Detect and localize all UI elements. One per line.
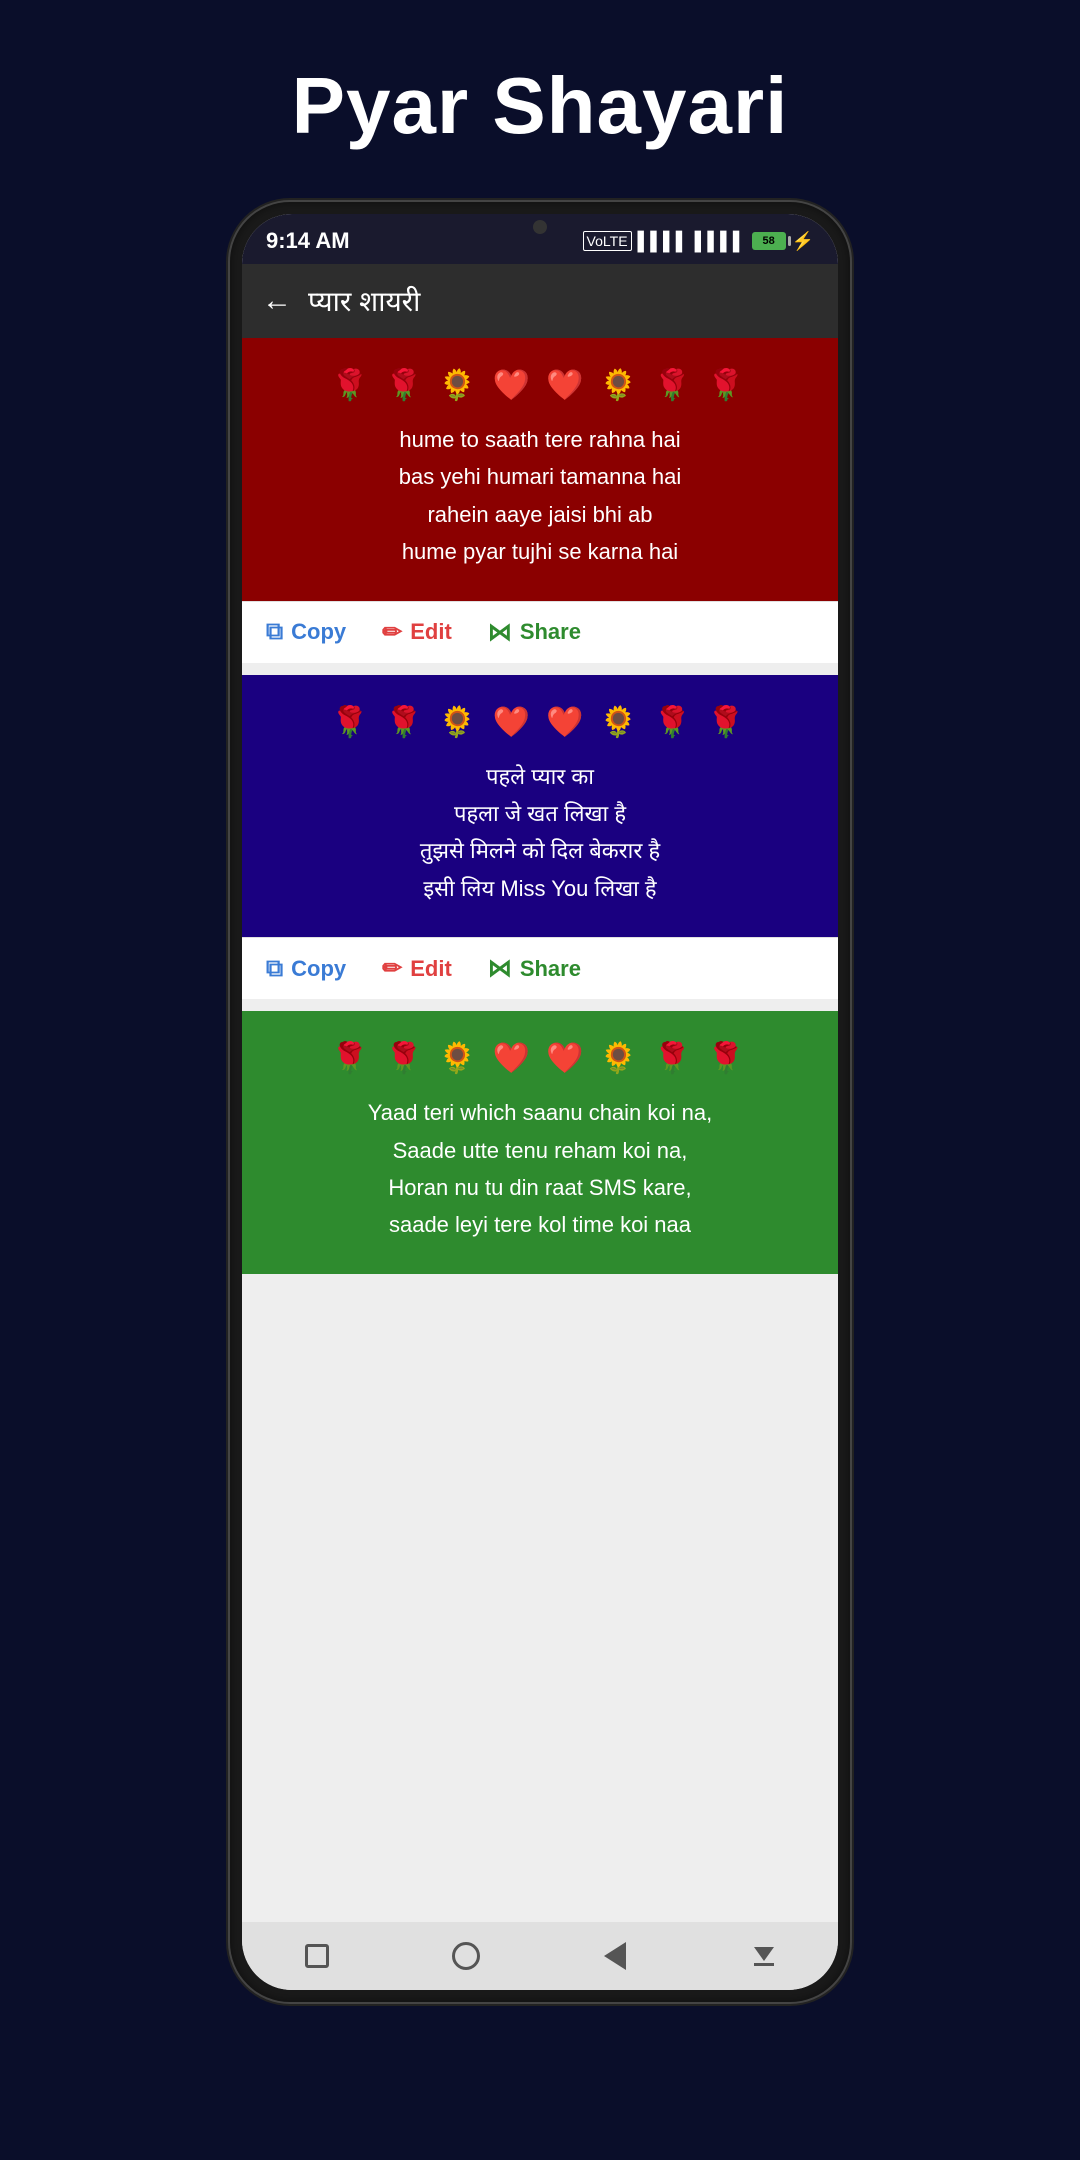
down-arrow: [754, 1947, 774, 1961]
share-button-1[interactable]: ⋈ Share: [488, 618, 581, 647]
edit-icon-2: ✏: [382, 954, 402, 983]
nav-down-button[interactable]: [744, 1936, 784, 1976]
status-icons: VoLTE ▌▌▌▌ ▌▌▌▌ 58 ⚡: [583, 231, 814, 252]
download-icon: [754, 1947, 774, 1966]
copy-icon-1: ⧉: [266, 618, 283, 646]
poem-box-1: 🌹 🌹 🌻 ❤️ ❤️ 🌻 🌹 🌹 hume to saath tere rah…: [242, 338, 838, 601]
battery-icon: 58: [752, 232, 786, 250]
share-button-2[interactable]: ⋈ Share: [488, 954, 581, 983]
copy-label-2: Copy: [291, 956, 346, 982]
poem-box-2: 🌹 🌹 🌻 ❤️ ❤️ 🌻 🌹 🌹 पहले प्यार का पहला जे …: [242, 675, 838, 938]
signal-icon2: ▌▌▌▌: [695, 231, 746, 252]
edit-label-2: Edit: [410, 956, 452, 982]
square-icon: [305, 1944, 329, 1968]
action-bar-1: ⧉ Copy ✏ Edit ⋈ Share: [242, 601, 838, 663]
phone-screen: 9:14 AM VoLTE ▌▌▌▌ ▌▌▌▌ 58 ⚡ ← प्यार शाय…: [242, 214, 838, 1990]
status-time: 9:14 AM: [266, 228, 350, 254]
edit-icon-1: ✏: [382, 618, 402, 647]
app-title: Pyar Shayari: [292, 60, 789, 152]
bottom-nav: [242, 1922, 838, 1990]
down-line: [754, 1963, 774, 1966]
emoji-row-2: 🌹 🌹 🌻 ❤️ ❤️ 🌻 🌹 🌹: [262, 705, 818, 740]
action-bar-2: ⧉ Copy ✏ Edit ⋈ Share: [242, 937, 838, 999]
copy-icon-2: ⧉: [266, 955, 283, 983]
share-label-1: Share: [520, 619, 581, 645]
nav-home-button[interactable]: [446, 1936, 486, 1976]
poem-text-3: Yaad teri which saanu chain koi na, Saad…: [262, 1094, 818, 1244]
circle-icon: [452, 1942, 480, 1970]
camera-notch: [533, 220, 547, 234]
share-label-2: Share: [520, 956, 581, 982]
shayari-card-2: 🌹 🌹 🌻 ❤️ ❤️ 🌻 🌹 🌹 पहले प्यार का पहला जे …: [242, 675, 838, 1000]
poem-box-3: 🌹 🌹 🌻 ❤️ ❤️ 🌻 🌹 🌹 Yaad teri which saanu …: [242, 1011, 838, 1274]
bolt-icon: ⚡: [792, 231, 814, 252]
share-icon-1: ⋈: [488, 618, 512, 647]
phone-frame: 9:14 AM VoLTE ▌▌▌▌ ▌▌▌▌ 58 ⚡ ← प्यार शाय…: [230, 202, 850, 2002]
nav-back-button[interactable]: [595, 1936, 635, 1976]
copy-button-1[interactable]: ⧉ Copy: [266, 618, 346, 646]
content-area: 🌹 🌹 🌻 ❤️ ❤️ 🌻 🌹 🌹 hume to saath tere rah…: [242, 338, 838, 1922]
copy-button-2[interactable]: ⧉ Copy: [266, 955, 346, 983]
top-app-bar: ← प्यार शायरी: [242, 264, 838, 338]
edit-label-1: Edit: [410, 619, 452, 645]
shayari-card-1: 🌹 🌹 🌻 ❤️ ❤️ 🌻 🌹 🌹 hume to saath tere rah…: [242, 338, 838, 663]
edit-button-1[interactable]: ✏ Edit: [382, 618, 452, 647]
screen-title: प्यार शायरी: [308, 282, 420, 320]
signal-icon1: ▌▌▌▌: [638, 231, 689, 252]
share-icon-2: ⋈: [488, 954, 512, 983]
triangle-icon: [604, 1942, 626, 1970]
poem-text-2: पहले प्यार का पहला जे खत लिखा है तुझसे म…: [262, 758, 818, 908]
poem-text-1: hume to saath tere rahna hai bas yehi hu…: [262, 421, 818, 571]
emoji-row-1: 🌹 🌹 🌻 ❤️ ❤️ 🌻 🌹 🌹: [262, 368, 818, 403]
back-button[interactable]: ←: [262, 284, 292, 318]
copy-label-1: Copy: [291, 619, 346, 645]
nav-square-button[interactable]: [297, 1936, 337, 1976]
emoji-row-3: 🌹 🌹 🌻 ❤️ ❤️ 🌻 🌹 🌹: [262, 1041, 818, 1076]
edit-button-2[interactable]: ✏ Edit: [382, 954, 452, 983]
volte-icon: VoLTE: [583, 231, 632, 251]
shayari-card-3: 🌹 🌹 🌻 ❤️ ❤️ 🌻 🌹 🌹 Yaad teri which saanu …: [242, 1011, 838, 1274]
